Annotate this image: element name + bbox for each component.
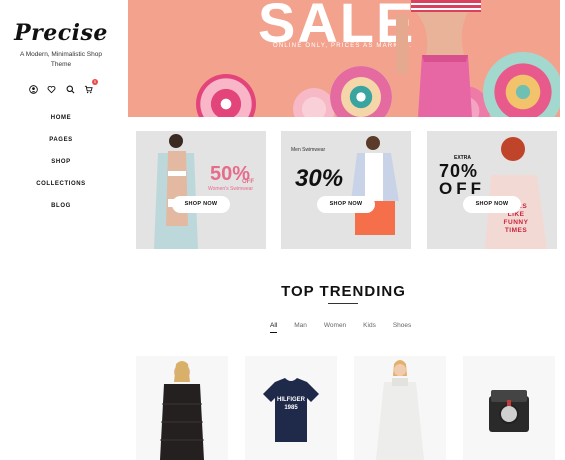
trending-tabs: All Man Women Kids Shoes — [270, 322, 428, 333]
shop-now-button[interactable]: SHOP NOW — [317, 196, 375, 213]
promo-discount: 30% — [295, 165, 344, 192]
cart-icon[interactable]: 0 — [84, 79, 98, 94]
promo-label: Men Swimwear — [291, 147, 326, 153]
product-image-sweater — [376, 360, 424, 460]
hero-banner[interactable]: SALE ONLINE ONLY, PRICES AS MARKED. — [128, 0, 560, 117]
nav-item-pages[interactable]: PAGES — [0, 134, 122, 156]
flower-decoration — [293, 88, 335, 117]
title-divider — [328, 303, 358, 304]
model-image — [396, 0, 481, 117]
logo[interactable]: Precise — [0, 20, 122, 46]
search-icon[interactable] — [65, 84, 75, 94]
nav-item-shop[interactable]: SHOP — [0, 156, 122, 178]
product-card[interactable] — [354, 356, 446, 460]
main-content: SALE ONLINE ONLY, PRICES AS MARKED. 50% … — [122, 0, 565, 460]
tagline: A Modern, Minimalistic Shop Theme — [19, 51, 102, 68]
heart-icon[interactable] — [47, 84, 57, 94]
cart-count-badge: 0 — [91, 79, 98, 85]
promo-card-men-swimwear[interactable]: Men Swimwear 30% SHOP NOW — [281, 131, 411, 249]
tab-shoes[interactable]: Shoes — [393, 322, 411, 333]
user-icon[interactable] — [28, 84, 38, 94]
sidebar: Precise A Modern, Minimalistic Shop Them… — [0, 0, 122, 460]
product-card[interactable]: HILFIGER 1985 — [245, 356, 337, 460]
promo-subtitle: Women's Swimwear — [208, 186, 254, 192]
promo-off: OFF — [242, 179, 254, 185]
shop-now-button[interactable]: SHOP NOW — [463, 196, 521, 213]
tab-women[interactable]: Women — [324, 322, 346, 333]
nav-item-collections[interactable]: COLLECTIONS — [0, 178, 122, 200]
product-card[interactable] — [136, 356, 228, 460]
flower-decoration — [483, 52, 560, 117]
tshirt-print-text: HILFIGER 1985 — [277, 397, 305, 411]
nav-item-home[interactable]: HOME — [0, 112, 122, 134]
tab-all[interactable]: All — [270, 322, 278, 333]
flower-decoration — [330, 66, 392, 117]
promo-card-womens-swimwear[interactable]: 50% OFF Women's Swimwear SHOP NOW — [136, 131, 266, 249]
product-image-jacket — [160, 361, 204, 460]
main-nav: HOME PAGES SHOP COLLECTIONS BLOG — [0, 112, 122, 222]
shop-now-button[interactable]: SHOP NOW — [172, 196, 230, 213]
tab-man[interactable]: Man — [294, 322, 307, 333]
product-image-watch-box — [489, 390, 529, 432]
section-title-top-trending: TOP TRENDING — [281, 283, 406, 300]
header-icons: 0 — [28, 79, 98, 94]
product-card[interactable] — [463, 356, 555, 460]
tab-kids[interactable]: Kids — [363, 322, 376, 333]
flower-decoration — [196, 74, 256, 117]
promo-card-kids[interactable]: GIRLS LIKE FUNNY TIMES EXTRA 70% OFF SHO… — [427, 131, 557, 249]
nav-item-blog[interactable]: BLOG — [0, 200, 122, 222]
